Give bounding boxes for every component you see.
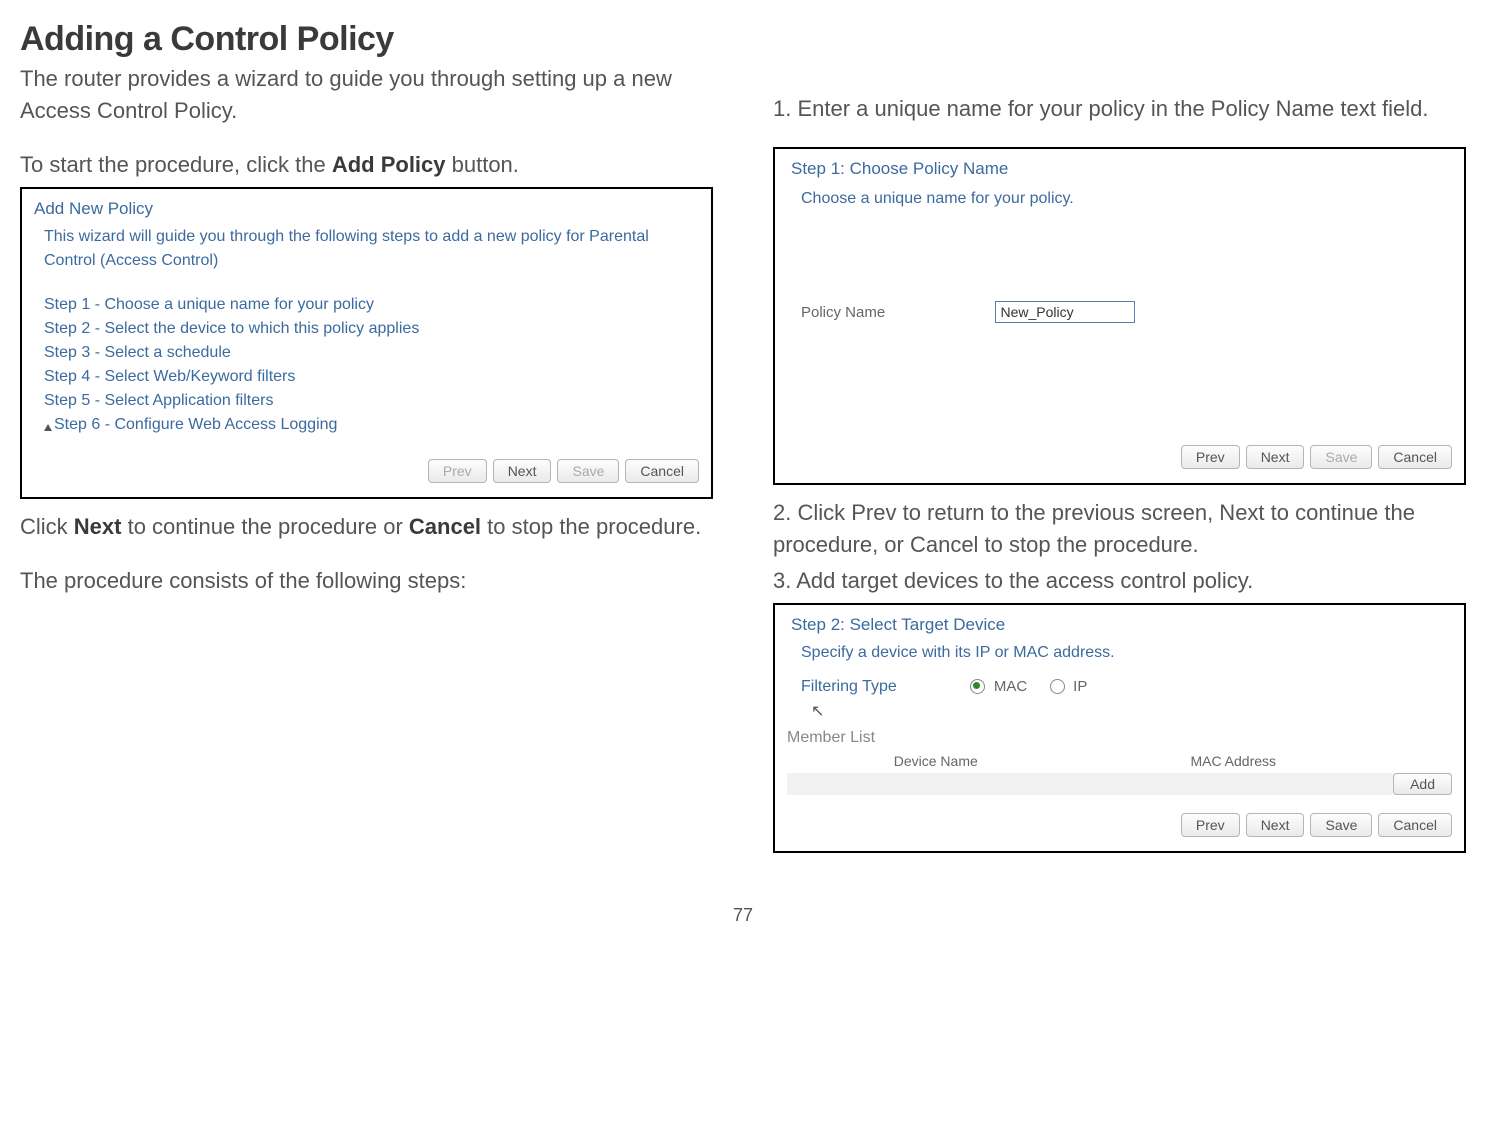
wizard-step-6: Step 6 - Configure Web Access Logging [44, 413, 699, 437]
ip-radio[interactable] [1050, 679, 1065, 694]
left-column: The router provides a wizard to guide yo… [20, 63, 713, 865]
col-mac-address: MAC Address [1085, 751, 1383, 771]
step2-subtitle: Specify a device with its IP or MAC addr… [801, 641, 1452, 665]
text: to stop the procedure. [481, 514, 701, 539]
next-button[interactable]: Next [1246, 445, 1305, 469]
save-button[interactable]: Save [557, 459, 619, 483]
prev-button[interactable]: Prev [428, 459, 487, 483]
policy-name-label: Policy Name [801, 304, 991, 321]
page-heading: Adding a Control Policy [20, 20, 1466, 59]
cursor-arrow-icon: ↖ [811, 701, 824, 721]
wizard-title: Add New Policy [34, 199, 699, 219]
consists-text: The procedure consists of the following … [20, 565, 713, 597]
step1-subtitle: Choose a unique name for your policy. [801, 187, 1452, 211]
wizard-step-4: Step 4 - Select Web/Keyword filters [44, 365, 699, 389]
member-list-header: Member List [787, 729, 1452, 747]
intro-text: The router provides a wizard to guide yo… [20, 63, 713, 127]
next-button[interactable]: Next [493, 459, 552, 483]
figure-select-target-device: Step 2: Select Target Device Specify a d… [773, 603, 1466, 853]
mac-radio[interactable] [970, 679, 985, 694]
save-button[interactable]: Save [1310, 813, 1372, 837]
text: to continue the procedure or [121, 514, 408, 539]
policy-name-input[interactable]: New_Policy [995, 301, 1135, 323]
wizard-step-1: Step 1 - Choose a unique name for your p… [44, 293, 699, 317]
text: To start the procedure, click the [20, 152, 332, 177]
cancel-button[interactable]: Cancel [1378, 813, 1452, 837]
two-column-layout: The router provides a wizard to guide yo… [20, 63, 1466, 865]
wizard-step-3: Step 3 - Select a schedule [44, 341, 699, 365]
start-instruction: To start the procedure, click the Add Po… [20, 149, 713, 181]
text: button. [446, 152, 519, 177]
right-column: 1. Enter a unique name for your policy i… [773, 63, 1466, 865]
next-button[interactable]: Next [1246, 813, 1305, 837]
wizard-description: This wizard will guide you through the f… [44, 225, 699, 273]
text: Click [20, 514, 74, 539]
add-button[interactable]: Add [1393, 773, 1452, 795]
prev-button[interactable]: Prev [1181, 445, 1240, 469]
step-1-instruction: 1. Enter a unique name for your policy i… [773, 93, 1466, 125]
table-header-row: Device Name MAC Address [787, 751, 1452, 771]
cancel-button[interactable]: Cancel [1378, 445, 1452, 469]
step-3-instruction: 3. Add target devices to the access cont… [773, 565, 1466, 597]
figure-add-new-policy: Add New Policy This wizard will guide yo… [20, 187, 713, 499]
step1-title: Step 1: Choose Policy Name [791, 159, 1452, 179]
wizard-step-2: Step 2 - Select the device to which this… [44, 317, 699, 341]
mac-label: MAC [994, 678, 1027, 695]
text: Step 6 - Configure Web Access Logging [54, 416, 337, 433]
cursor-caret-icon [44, 424, 52, 431]
step2-title: Step 2: Select Target Device [791, 615, 1452, 635]
add-policy-bold: Add Policy [332, 152, 446, 177]
cancel-bold: Cancel [409, 514, 481, 539]
wizard-button-row: Prev Next Save Cancel [34, 459, 699, 483]
cancel-button[interactable]: Cancel [625, 459, 699, 483]
next-bold: Next [74, 514, 122, 539]
wizard-button-row: Prev Next Save Cancel [787, 813, 1452, 837]
step-2-instruction: 2. Click Prev to return to the previous … [773, 497, 1466, 561]
col-device-name: Device Name [787, 751, 1085, 771]
after-figure-text: Click Next to continue the procedure or … [20, 511, 713, 543]
device-name-input[interactable] [787, 773, 1086, 795]
prev-button[interactable]: Prev [1181, 813, 1240, 837]
wizard-step-5: Step 5 - Select Application filters [44, 389, 699, 413]
save-button[interactable]: Save [1310, 445, 1372, 469]
filtering-type-label: Filtering Type [801, 675, 966, 699]
table-input-row: Add [787, 773, 1452, 795]
page-number: 77 [20, 905, 1466, 926]
figure-choose-policy-name: Step 1: Choose Policy Name Choose a uniq… [773, 147, 1466, 485]
mac-address-input[interactable] [1086, 773, 1385, 795]
wizard-button-row: Prev Next Save Cancel [787, 445, 1452, 469]
ip-label: IP [1073, 678, 1087, 695]
